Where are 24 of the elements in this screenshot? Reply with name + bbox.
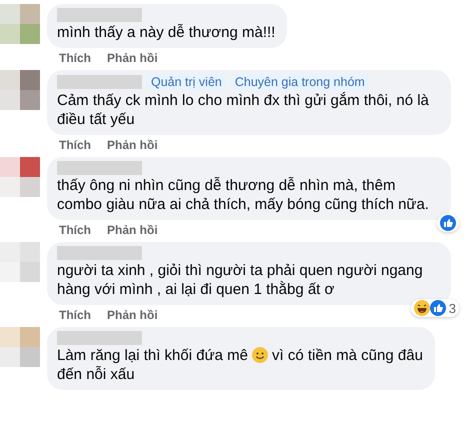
like-link[interactable]: Thích bbox=[59, 138, 91, 152]
role-badge: Chuyên gia trong nhóm bbox=[230, 74, 369, 90]
laughing-face-icon bbox=[414, 300, 430, 316]
reply-link[interactable]: Phản hồi bbox=[107, 51, 158, 65]
like-link[interactable]: Thích bbox=[59, 223, 91, 237]
comment-text: mình thấy a này dễ thương mà!!! bbox=[57, 24, 276, 41]
reply-link[interactable]: Phản hồi bbox=[107, 308, 158, 322]
reply-link[interactable]: Phản hồi bbox=[107, 138, 158, 152]
like-link[interactable]: Thích bbox=[59, 308, 91, 322]
reaction-count: 3 bbox=[448, 300, 456, 316]
role-badge: Quản trị viên bbox=[147, 74, 226, 90]
smiley-icon bbox=[252, 347, 268, 363]
comment-text: đến nỗi xấu bbox=[57, 366, 135, 383]
comment-text: người ta xinh , giỏi thì người ta phải quen người ngang hàng với mình , ai lại đi quen 1 thằbg ất ơ bbox=[57, 262, 423, 298]
thumbs-up-icon bbox=[440, 215, 456, 231]
like-link[interactable]: Thích bbox=[59, 51, 91, 65]
comment-text: Làm răng lại thì khối đứa mê bbox=[57, 347, 248, 364]
thumbs-up-icon bbox=[430, 300, 446, 316]
comment-text: thấy ông ni nhìn cũng dễ thương dễ nhìn mà, thêm combo giàu nữa ai chả thích, mấy bóng cũng thích nữa. bbox=[57, 177, 429, 213]
comment-text: Cảm thấy ck mình lo cho mình đx thì gửi gắm thôi, nó là điều tất yếu bbox=[57, 92, 429, 128]
reaction-summary[interactable] bbox=[437, 214, 459, 232]
comment-text: vì có tiền mà cũng đâu bbox=[272, 347, 423, 364]
reply-link[interactable]: Phản hồi bbox=[107, 223, 158, 237]
reaction-summary[interactable]: 3 bbox=[410, 299, 459, 317]
